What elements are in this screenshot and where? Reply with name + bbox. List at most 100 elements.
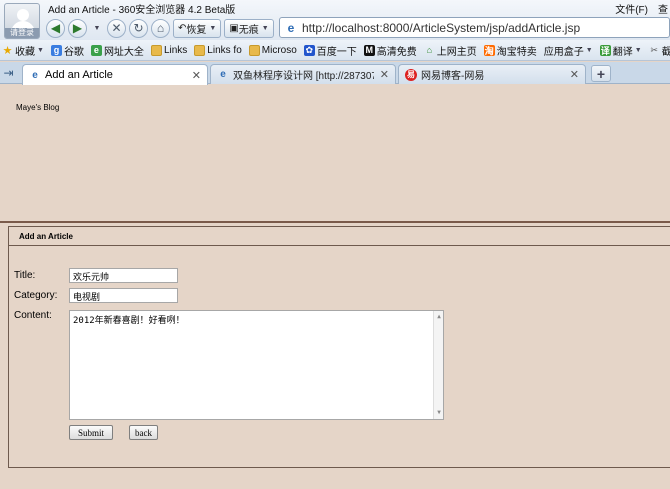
screenshot-tool[interactable]: ✂ 截图 (649, 43, 670, 58)
sidebar-arrow-icon: ⇥ (3, 66, 14, 80)
arrow-right-icon: ▶ (72, 21, 83, 35)
ie-page-icon: e (287, 20, 295, 35)
favorite-label: Links (163, 44, 188, 56)
tab-shuangyulin[interactable]: e 双鱼林程序设计网 [http://28730742... ✕ (210, 64, 396, 84)
favorites-menu[interactable]: ★ 收藏 ▼ (2, 43, 44, 58)
folder-icon (194, 44, 206, 56)
tab-add-article[interactable]: e Add an Article ✕ (22, 64, 208, 85)
back-button[interactable]: ◀ (46, 18, 65, 38)
undo-icon: ↶ (178, 22, 187, 34)
title-input[interactable]: 欢乐元帅 (69, 268, 178, 283)
plus-icon: + (596, 65, 606, 82)
favorite-label: 淘宝特卖 (496, 46, 537, 58)
m-icon: M (363, 44, 375, 56)
user-avatar[interactable]: 请登录 (4, 3, 40, 39)
translate-menu[interactable]: 译翻译 ▼ (599, 43, 642, 58)
window-title: Add an Article - 360安全浏览器 4.2 Beta版 (48, 5, 236, 16)
favorite-label: 谷歌 (63, 46, 84, 58)
menu-file[interactable]: 文件(F) (615, 5, 648, 16)
favorite-web-directory[interactable]: e 网址大全 (90, 43, 144, 58)
section-title-divider (9, 245, 670, 246)
avatar-head (17, 9, 29, 21)
refresh-button[interactable]: ↻ (129, 18, 148, 38)
no-trace-label: 无痕 (238, 24, 259, 36)
web-page-content: Maye's Blog Add an Article Title: 欢乐元帅 C… (0, 85, 670, 489)
close-icon[interactable]: ✕ (380, 68, 389, 81)
favorite-label: 百度一下 (316, 46, 357, 58)
favorite-google[interactable]: g 谷歌 (50, 43, 84, 58)
favorite-taobao[interactable]: 淘淘宝特卖 (483, 43, 537, 58)
new-tab-button[interactable]: + (591, 65, 611, 82)
favorite-label: 网址大全 (103, 46, 144, 58)
no-trace-icon: ▣ (229, 22, 239, 34)
title-label: Title: (14, 270, 36, 281)
favorite-label: 截图 (662, 43, 670, 58)
category-label: Category: (14, 290, 58, 301)
star-icon: ★ (2, 44, 13, 57)
tab-label: Add an Article (45, 69, 113, 81)
favorite-baidu[interactable]: ✿ 百度一下 (303, 43, 357, 58)
tab-bar: ⇥ e Add an Article ✕ e 双鱼林程序设计网 [http://… (0, 62, 670, 85)
favorite-links-fo[interactable]: Links fo (194, 44, 242, 56)
textarea-scrollbar[interactable]: ▲ ▼ (433, 311, 443, 419)
scissors-icon: ✂ (650, 44, 658, 55)
content-textarea[interactable]: 2012年新春喜剧！好看咧！ ▲ ▼ (69, 310, 444, 420)
close-icon[interactable]: ✕ (192, 69, 201, 82)
forward-dropdown[interactable]: ▼ (90, 19, 104, 37)
favorite-hd-free[interactable]: M 高清免费 (363, 43, 417, 58)
navigation-toolbar: ◀ ▶ ▼ ✕ ↻ ⌂ ↶ 恢复 ▼ ▣ 无痕 ▼ (46, 17, 277, 39)
restore-button[interactable]: ↶ 恢复 ▼ (173, 18, 222, 38)
paw-icon: ✿ (303, 44, 315, 56)
taobao-icon: 淘 (483, 44, 495, 56)
favorite-label: Links fo (207, 44, 242, 56)
header-divider (0, 221, 670, 223)
favorite-label: 应用盒子 (543, 46, 584, 58)
sidebar-toggle-button[interactable]: ⇥ (0, 64, 17, 82)
submit-button[interactable]: Submit (69, 425, 113, 440)
favorite-label: 上网主页 (436, 46, 477, 58)
add-article-panel: Add an Article Title: 欢乐元帅 Category: 电视剧… (8, 226, 670, 468)
menu-view[interactable]: 查 (658, 5, 668, 16)
close-icon: ✕ (111, 21, 122, 35)
category-input[interactable]: 电视剧 (69, 288, 178, 303)
chevron-down-icon: ▼ (634, 46, 642, 54)
blog-title: Maye's Blog (16, 103, 60, 112)
chevron-down-icon: ▼ (37, 46, 44, 54)
address-url[interactable]: http://localhost:8000/ArticleSystem/jsp/… (302, 21, 580, 35)
arrow-left-icon: ◀ (50, 21, 61, 35)
netease-icon: 易 (405, 68, 417, 81)
no-trace-button[interactable]: ▣ 无痕 ▼ (224, 18, 274, 38)
app-box-menu[interactable]: ▦应用盒子▼ (544, 43, 593, 58)
google-icon: g (50, 44, 62, 56)
favorite-microsoft[interactable]: Microso (248, 44, 297, 56)
forward-button[interactable]: ▶ (68, 18, 87, 38)
favorite-home-page[interactable]: ⌂ 上网主页 (424, 43, 477, 58)
scroll-up-icon[interactable]: ▲ (435, 313, 443, 321)
favorite-label: Microso (261, 44, 297, 56)
scroll-down-icon[interactable]: ▼ (435, 409, 443, 417)
chevron-down-icon: ▼ (261, 24, 269, 32)
tab-netease-blog[interactable]: 易 网易博客-网易 ✕ (398, 64, 586, 84)
favorite-label: 收藏 (15, 46, 35, 58)
home-icon: ⌂ (426, 45, 432, 55)
close-icon[interactable]: ✕ (570, 68, 579, 81)
content-label: Content: (14, 310, 52, 321)
favorite-label: 高清免费 (376, 46, 417, 58)
chevron-down-icon: ▼ (585, 46, 593, 54)
content-text: 2012年新春喜剧！好看咧！ (73, 316, 185, 326)
tab-label: 网易博客-网易 (421, 71, 485, 82)
ie-page-icon: e (220, 69, 226, 80)
chevron-down-icon: ▼ (209, 24, 217, 32)
login-label[interactable]: 请登录 (5, 28, 39, 38)
translate-icon: 译 (599, 44, 611, 56)
favorite-links[interactable]: Links (150, 44, 188, 56)
web-icon: e (90, 44, 102, 56)
folder-icon (248, 44, 260, 56)
chevron-down-icon: ▼ (93, 24, 101, 32)
favorites-bar: ★ 收藏 ▼ g 谷歌 e 网址大全 Links Links fo Microso ✿ 百… (0, 40, 670, 61)
folder-icon (150, 44, 162, 56)
address-bar[interactable]: e http://localhost:8000/ArticleSystem/js… (279, 17, 670, 38)
stop-button[interactable]: ✕ (107, 18, 126, 38)
back-button-form[interactable]: back (129, 425, 158, 440)
home-button[interactable]: ⌂ (151, 18, 170, 38)
